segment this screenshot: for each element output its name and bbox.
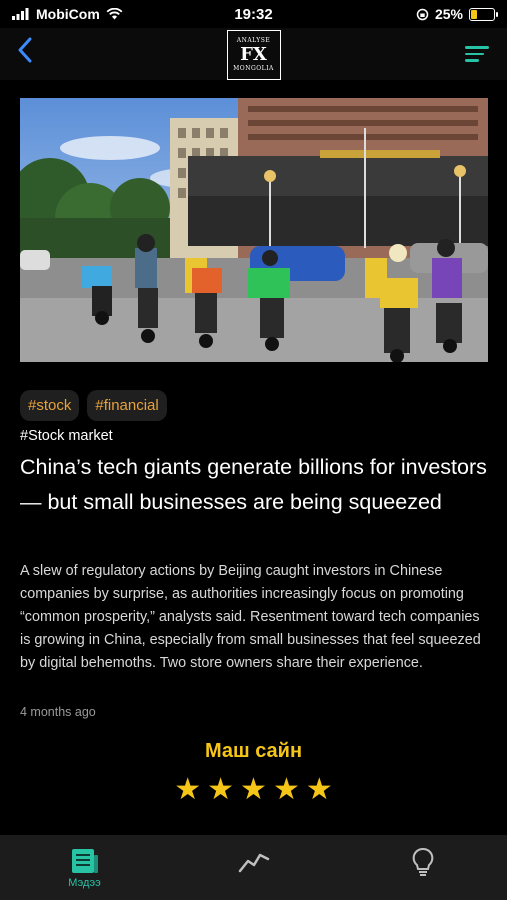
star-icon[interactable]: ★: [174, 775, 201, 805]
battery-level: [471, 9, 477, 19]
nav-label-news: Мэдээ: [68, 877, 101, 889]
star-icon[interactable]: ★: [306, 775, 333, 805]
status-right: 25%: [416, 6, 498, 22]
article-title: China’s tech giants generate billions fo…: [20, 455, 487, 514]
battery-icon: [469, 7, 498, 21]
menu-line: [465, 52, 485, 56]
battery-percent: 25%: [434, 6, 463, 22]
app-header: ANALYSE FX MONGOLIA: [0, 28, 507, 80]
back-button[interactable]: [10, 37, 40, 71]
status-bar: MobiCom 19:32 25%: [0, 0, 507, 28]
nav-item-chart[interactable]: [214, 847, 294, 875]
wifi-icon: [106, 8, 123, 20]
article-category: #Stock market: [20, 428, 113, 444]
chart-line-icon: [238, 853, 269, 873]
menu-line: [465, 59, 480, 62]
status-left: MobiCom: [12, 6, 123, 22]
article-summary: A slew of regulatory actions by Beijing …: [20, 563, 481, 671]
app-logo: ANALYSE FX MONGOLIA: [226, 30, 281, 80]
tag-financial[interactable]: #financial: [87, 390, 167, 421]
tag-list: #stock #financial: [20, 390, 167, 421]
star-icon[interactable]: ★: [240, 775, 267, 805]
clock: 19:32: [234, 5, 273, 23]
signal-icon: [12, 8, 29, 20]
logo-main-text: FX: [240, 44, 267, 65]
nav-item-news[interactable]: Мэдээ: [45, 847, 125, 889]
nav-item-ideas[interactable]: [383, 847, 463, 877]
bottom-navigation: Мэдээ: [0, 835, 507, 900]
carrier-name: MobiCom: [36, 6, 100, 22]
star-rating[interactable]: ★ ★ ★ ★ ★: [0, 775, 507, 805]
article-image: [20, 98, 488, 362]
rotation-lock-icon: [416, 8, 429, 20]
rating-label: Маш сайн: [204, 740, 303, 762]
logo-bottom-text: MONGOLIA: [233, 65, 274, 72]
star-icon[interactable]: ★: [273, 775, 300, 805]
star-icon[interactable]: ★: [207, 775, 234, 805]
tag-stock[interactable]: #stock: [20, 390, 80, 421]
article-timestamp: 4 months ago: [20, 705, 96, 719]
lightbulb-icon: [412, 847, 433, 876]
menu-line: [465, 46, 489, 49]
hamburger-menu-button[interactable]: [465, 46, 489, 62]
chevron-left-icon: [18, 37, 32, 63]
street-scene-image: [20, 98, 488, 362]
news-icon: [71, 849, 98, 873]
